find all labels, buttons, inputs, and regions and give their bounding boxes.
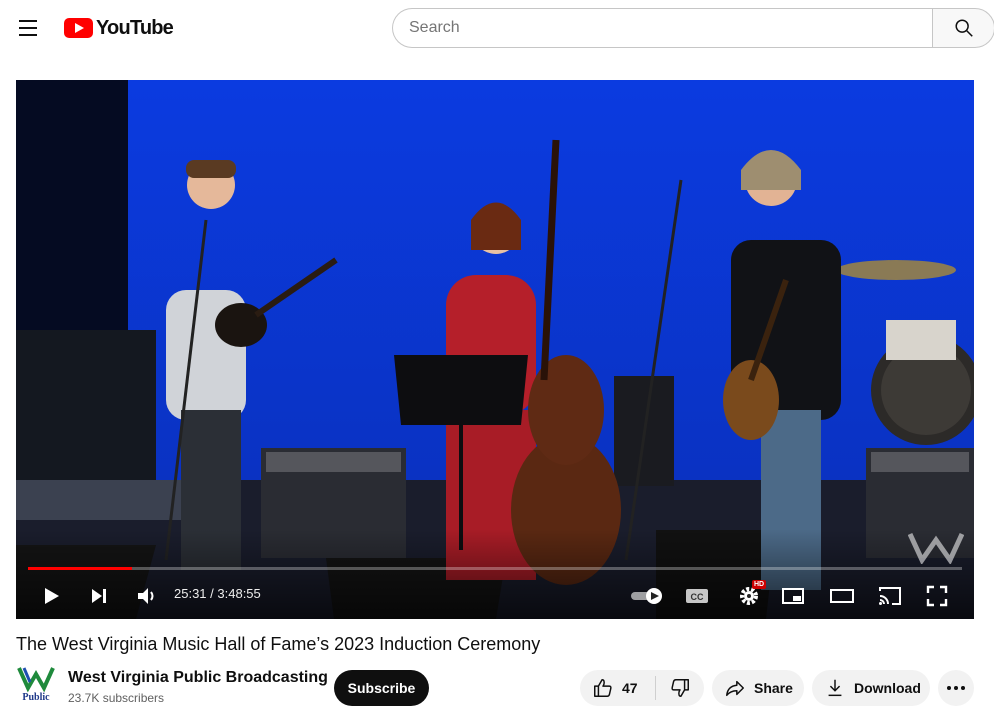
cast-button[interactable] bbox=[874, 582, 906, 610]
time-display: 25:31 / 3:48:55 bbox=[174, 586, 261, 601]
miniplayer-icon bbox=[782, 588, 804, 604]
autoplay-toggle-icon bbox=[631, 588, 662, 604]
volume-button[interactable] bbox=[132, 582, 162, 610]
channel-avatar[interactable]: Public bbox=[16, 664, 56, 704]
fullscreen-button[interactable] bbox=[922, 582, 952, 610]
video-title: The West Virginia Music Hall of Fame’s 2… bbox=[16, 634, 541, 654]
hamburger-icon bbox=[19, 20, 37, 22]
cast-icon bbox=[879, 587, 901, 605]
search-bar bbox=[392, 8, 994, 48]
captions-icon: CC bbox=[686, 589, 708, 603]
time-separator: / bbox=[206, 586, 218, 601]
wvpb-watermark-icon bbox=[908, 532, 964, 564]
search-icon bbox=[954, 19, 973, 37]
download-label: Download bbox=[854, 680, 921, 696]
video-player[interactable]: 25:31 / 3:48:55 CC HD bbox=[16, 80, 974, 619]
like-count: 47 bbox=[622, 680, 638, 696]
more-horizontal-icon bbox=[947, 686, 965, 690]
more-actions-button[interactable] bbox=[938, 670, 974, 706]
search-button[interactable] bbox=[932, 8, 994, 48]
volume-icon bbox=[138, 588, 154, 604]
subscriber-count: 23.7K subscribers bbox=[68, 691, 165, 705]
progress-played bbox=[28, 567, 132, 570]
theater-mode-icon bbox=[830, 589, 854, 603]
time-current: 25:31 bbox=[174, 586, 207, 601]
share-label: Share bbox=[754, 680, 793, 696]
thumbs-up-icon bbox=[594, 679, 612, 697]
top-bar: YouTube bbox=[0, 0, 994, 56]
wvpb-logo-icon: Public bbox=[17, 667, 55, 703]
thumbs-down-icon bbox=[671, 679, 689, 697]
miniplayer-button[interactable] bbox=[778, 582, 808, 610]
settings-button[interactable]: HD bbox=[732, 580, 767, 610]
download-icon bbox=[828, 679, 842, 697]
share-button[interactable]: Share bbox=[712, 670, 804, 706]
hd-badge: HD bbox=[752, 580, 767, 589]
like-button[interactable]: 47 bbox=[580, 670, 655, 706]
subscribe-button[interactable]: Subscribe bbox=[334, 670, 429, 706]
fullscreen-icon bbox=[926, 585, 948, 607]
captions-button[interactable]: CC bbox=[682, 582, 712, 610]
svg-text:CC: CC bbox=[691, 592, 704, 602]
share-icon bbox=[726, 680, 744, 697]
play-icon bbox=[45, 588, 59, 604]
search-input[interactable] bbox=[392, 8, 932, 48]
logo-wordmark: YouTube bbox=[96, 16, 174, 39]
download-button[interactable]: Download bbox=[812, 670, 930, 706]
dislike-button[interactable] bbox=[656, 670, 704, 706]
theater-mode-button[interactable] bbox=[826, 582, 858, 610]
menu-button[interactable] bbox=[12, 12, 44, 44]
autoplay-toggle[interactable] bbox=[628, 582, 666, 610]
time-total: 3:48:55 bbox=[217, 586, 261, 601]
next-icon bbox=[92, 589, 106, 603]
avatar-text: Public bbox=[22, 692, 50, 703]
like-dislike-group: 47 bbox=[580, 670, 704, 706]
play-button[interactable] bbox=[36, 582, 66, 610]
channel-name[interactable]: West Virginia Public Broadcasting bbox=[68, 669, 328, 687]
youtube-logo[interactable]: YouTube bbox=[64, 16, 174, 40]
youtube-play-icon bbox=[64, 18, 93, 38]
progress-bar[interactable] bbox=[28, 567, 962, 570]
next-button[interactable] bbox=[84, 582, 114, 610]
